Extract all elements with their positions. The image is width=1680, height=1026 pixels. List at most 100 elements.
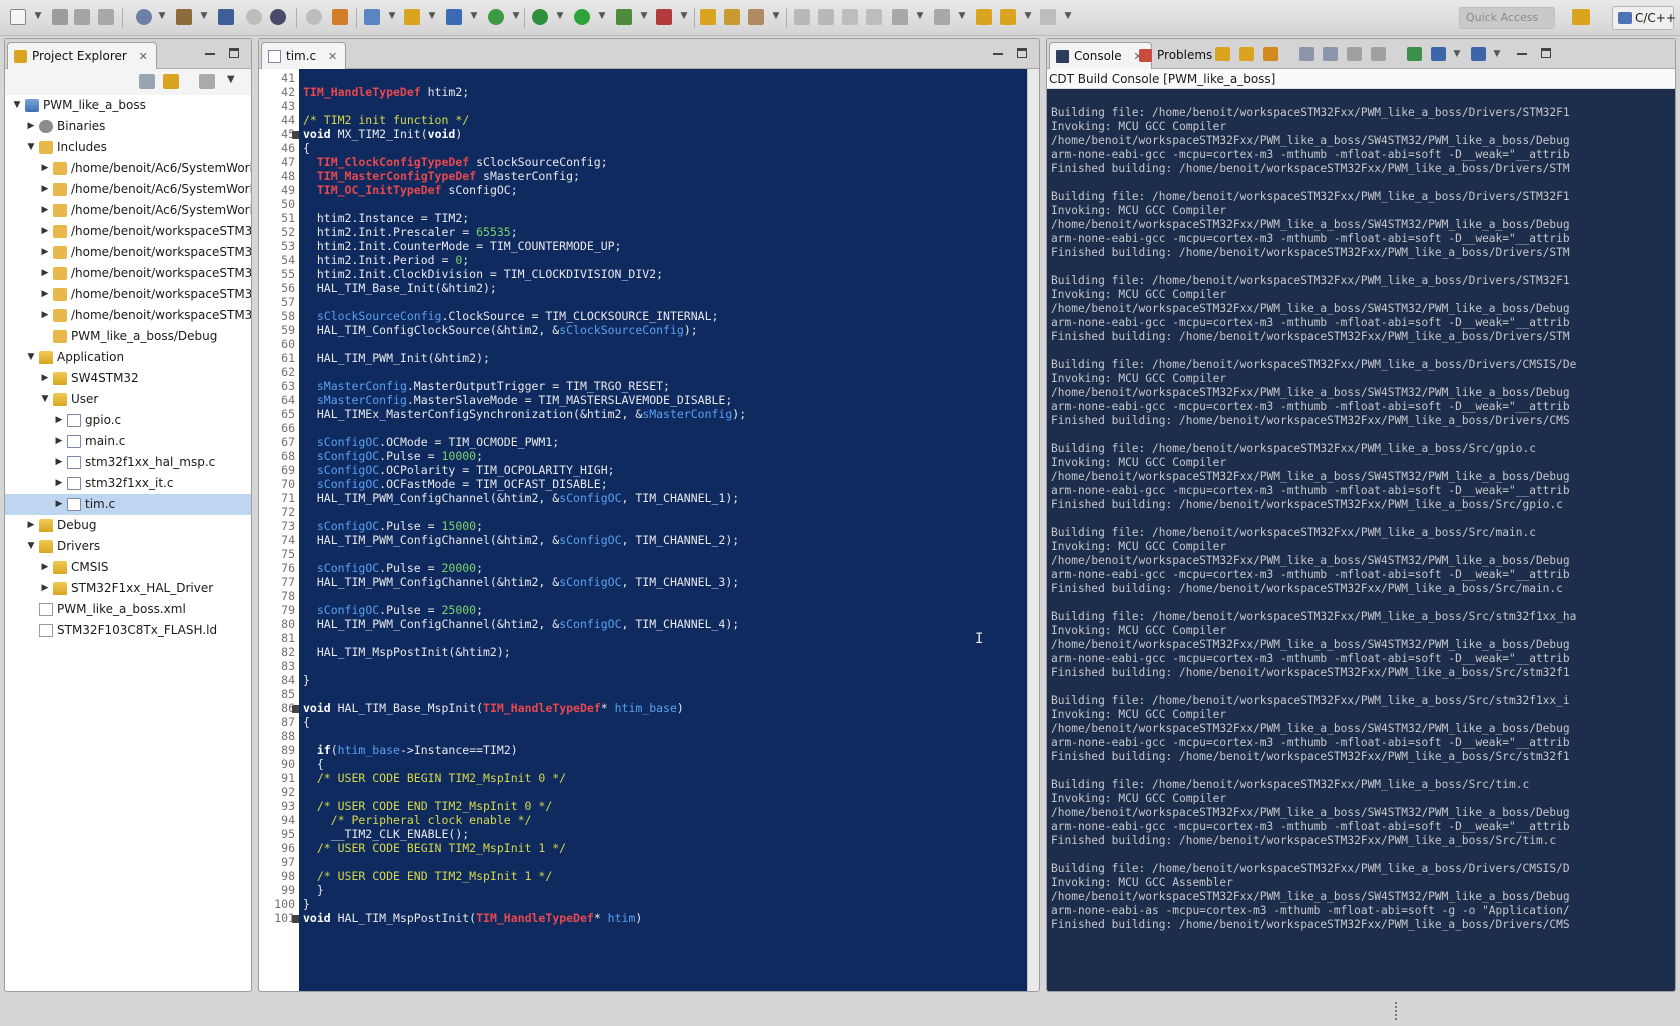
code-editor[interactable]: 41 42 43 44 45 46 47 48 49 50 51 52 53 54 55 56 57 58 59 60… xyxy=(259,69,1039,991)
collapsed-arrow-icon[interactable]: ▶ xyxy=(39,368,51,389)
previous-error-icon[interactable] xyxy=(1347,47,1362,61)
open-perspective-icon[interactable] xyxy=(1572,9,1590,25)
collapsed-arrow-icon[interactable]: ▶ xyxy=(39,578,51,599)
tree-item[interactable]: ▶ /home/benoit/Ac6/SystemWorkben xyxy=(5,200,251,221)
new-c-project-icon[interactable] xyxy=(364,9,380,25)
next-error-icon[interactable] xyxy=(1371,47,1386,61)
tree-item[interactable]: ▶ /home/benoit/Ac6/SystemWorkben xyxy=(5,158,251,179)
tree-item[interactable]: ▶ Debug xyxy=(5,515,251,536)
debug-icon[interactable] xyxy=(532,9,548,25)
tree-item[interactable]: ▶ Binaries xyxy=(5,116,251,137)
collapsed-arrow-icon[interactable]: ▶ xyxy=(39,179,51,200)
vertical-scrollbar[interactable] xyxy=(1027,69,1039,991)
back-icon[interactable] xyxy=(1000,9,1016,25)
source-folder-dropdown-icon[interactable]: ▼ xyxy=(428,12,436,21)
tree-item[interactable]: ▼ User xyxy=(5,389,251,410)
run-dropdown-icon[interactable]: ▼ xyxy=(598,12,606,21)
collapsed-arrow-icon[interactable]: ▶ xyxy=(39,263,51,284)
tree-item[interactable]: ▶ /home/benoit/workspaceSTM32Fxx, xyxy=(5,242,251,263)
tab-tim-c[interactable]: tim.c ✕ xyxy=(261,42,347,69)
expanded-arrow-icon[interactable]: ▼ xyxy=(25,137,37,158)
copy-build-log-icon[interactable] xyxy=(1323,47,1338,61)
maximize-icon[interactable] xyxy=(1541,48,1551,58)
last-edit-location-icon[interactable] xyxy=(976,9,992,25)
tab-project-explorer[interactable]: Project Explorer ✕ xyxy=(7,42,157,69)
link-with-editor-icon[interactable] xyxy=(163,74,179,89)
coverage-icon[interactable] xyxy=(656,9,672,25)
debug-dropdown-icon[interactable]: ▼ xyxy=(556,12,564,21)
collapsed-arrow-icon[interactable]: ▶ xyxy=(25,515,37,536)
minimize-icon[interactable] xyxy=(205,53,215,55)
view-menu-icon[interactable]: ▼ xyxy=(227,74,243,89)
maximize-icon[interactable] xyxy=(1017,48,1027,58)
next-annotation-icon[interactable] xyxy=(892,9,908,25)
collapsed-arrow-icon[interactable]: ▶ xyxy=(53,494,65,515)
search-dropdown-icon[interactable]: ▼ xyxy=(772,12,780,21)
code-area[interactable]: TIM_HandleTypeDef htim2; /* TIM2 init fun… xyxy=(299,71,1027,991)
open-element-icon[interactable] xyxy=(724,9,740,25)
next-annotation-dropdown-icon[interactable]: ▼ xyxy=(916,12,924,21)
tree-item[interactable]: ▼ Application xyxy=(5,347,251,368)
minimize-icon[interactable] xyxy=(1517,53,1527,55)
coverage-dropdown-icon[interactable]: ▼ xyxy=(680,12,688,21)
refresh-icon[interactable] xyxy=(488,9,504,25)
close-icon[interactable]: ✕ xyxy=(139,50,148,63)
run-icon[interactable] xyxy=(574,9,590,25)
close-icon[interactable]: ✕ xyxy=(328,50,337,63)
collapsed-arrow-icon[interactable]: ▶ xyxy=(39,305,51,326)
show-whitespace-icon[interactable] xyxy=(842,9,858,25)
expanded-arrow-icon[interactable]: ▼ xyxy=(11,95,23,116)
external-tools-dropdown-icon[interactable]: ▼ xyxy=(640,12,648,21)
collapsed-arrow-icon[interactable]: ▶ xyxy=(53,473,65,494)
collapsed-arrow-icon[interactable]: ▶ xyxy=(39,158,51,179)
clear-console-icon[interactable] xyxy=(1299,47,1314,61)
redo-icon[interactable] xyxy=(306,9,322,25)
build-all-icon[interactable] xyxy=(218,9,234,25)
tree-item[interactable]: ▶ /home/benoit/workspaceSTM32Fxx, xyxy=(5,284,251,305)
tree-item[interactable]: ▶ stm32f1xx_it.c xyxy=(5,473,251,494)
pin-console-icon[interactable] xyxy=(1407,47,1422,61)
scroll-lock-down-icon[interactable] xyxy=(1215,47,1230,61)
filters-icon[interactable] xyxy=(199,74,215,89)
skip-breakpoints-icon[interactable] xyxy=(270,9,286,25)
refresh-dropdown-icon[interactable]: ▼ xyxy=(512,12,520,21)
tree-item[interactable]: ▼ Includes xyxy=(5,137,251,158)
toggle-block-selection-icon[interactable] xyxy=(818,9,834,25)
quick-access-input[interactable]: Quick Access xyxy=(1459,7,1555,29)
tree-item[interactable]: ▶ /home/benoit/workspaceSTM32Fxx, xyxy=(5,263,251,284)
save-all-icon[interactable] xyxy=(74,9,90,25)
tree-item[interactable]: ▶ tim.c xyxy=(5,494,251,515)
collapsed-arrow-icon[interactable]: ▶ xyxy=(39,284,51,305)
expanded-arrow-icon[interactable]: ▼ xyxy=(25,536,37,557)
collapsed-arrow-icon[interactable]: ▶ xyxy=(53,431,65,452)
tree-item[interactable]: PWM_like_a_boss/Debug xyxy=(5,326,251,347)
open-type-icon[interactable] xyxy=(700,9,716,25)
collapsed-arrow-icon[interactable]: ▶ xyxy=(39,200,51,221)
tree-item[interactable]: ▶ main.c xyxy=(5,431,251,452)
collapsed-arrow-icon[interactable]: ▶ xyxy=(39,221,51,242)
collapsed-arrow-icon[interactable]: ▶ xyxy=(25,116,37,137)
display-selected-console-icon[interactable] xyxy=(1431,47,1446,61)
back-dropdown-icon[interactable]: ▼ xyxy=(1024,12,1032,21)
tree-item[interactable]: PWM_like_a_boss.xml xyxy=(5,599,251,620)
target-icon[interactable] xyxy=(332,9,348,25)
tree-item[interactable]: STM32F103C8Tx_FLASH.ld xyxy=(5,620,251,641)
tab-problems[interactable]: Problems xyxy=(1135,45,1218,67)
scroll-lock-up-icon[interactable] xyxy=(1239,47,1254,61)
previous-annotation-icon[interactable] xyxy=(934,9,950,25)
collapse-all-icon[interactable] xyxy=(139,74,155,89)
previous-annotation-dropdown-icon[interactable]: ▼ xyxy=(958,12,966,21)
word-wrap-icon[interactable] xyxy=(866,9,882,25)
forward-dropdown-icon[interactable]: ▼ xyxy=(1064,12,1072,21)
toggle-mark-occurrences-icon[interactable] xyxy=(794,9,810,25)
perspective-c-cpp-button[interactable]: C/C++ xyxy=(1612,6,1676,30)
tree-item[interactable]: ▶ SW4STM32 xyxy=(5,368,251,389)
maximize-icon[interactable] xyxy=(229,48,239,58)
collapsed-arrow-icon[interactable]: ▶ xyxy=(53,452,65,473)
minimize-icon[interactable] xyxy=(993,53,1003,55)
tree-item[interactable]: ▼ Drivers xyxy=(5,536,251,557)
new-source-folder-icon[interactable] xyxy=(404,9,420,25)
print-icon[interactable] xyxy=(98,9,114,25)
new-icon[interactable] xyxy=(10,9,26,25)
tree-item[interactable]: ▶ stm32f1xx_hal_msp.c xyxy=(5,452,251,473)
